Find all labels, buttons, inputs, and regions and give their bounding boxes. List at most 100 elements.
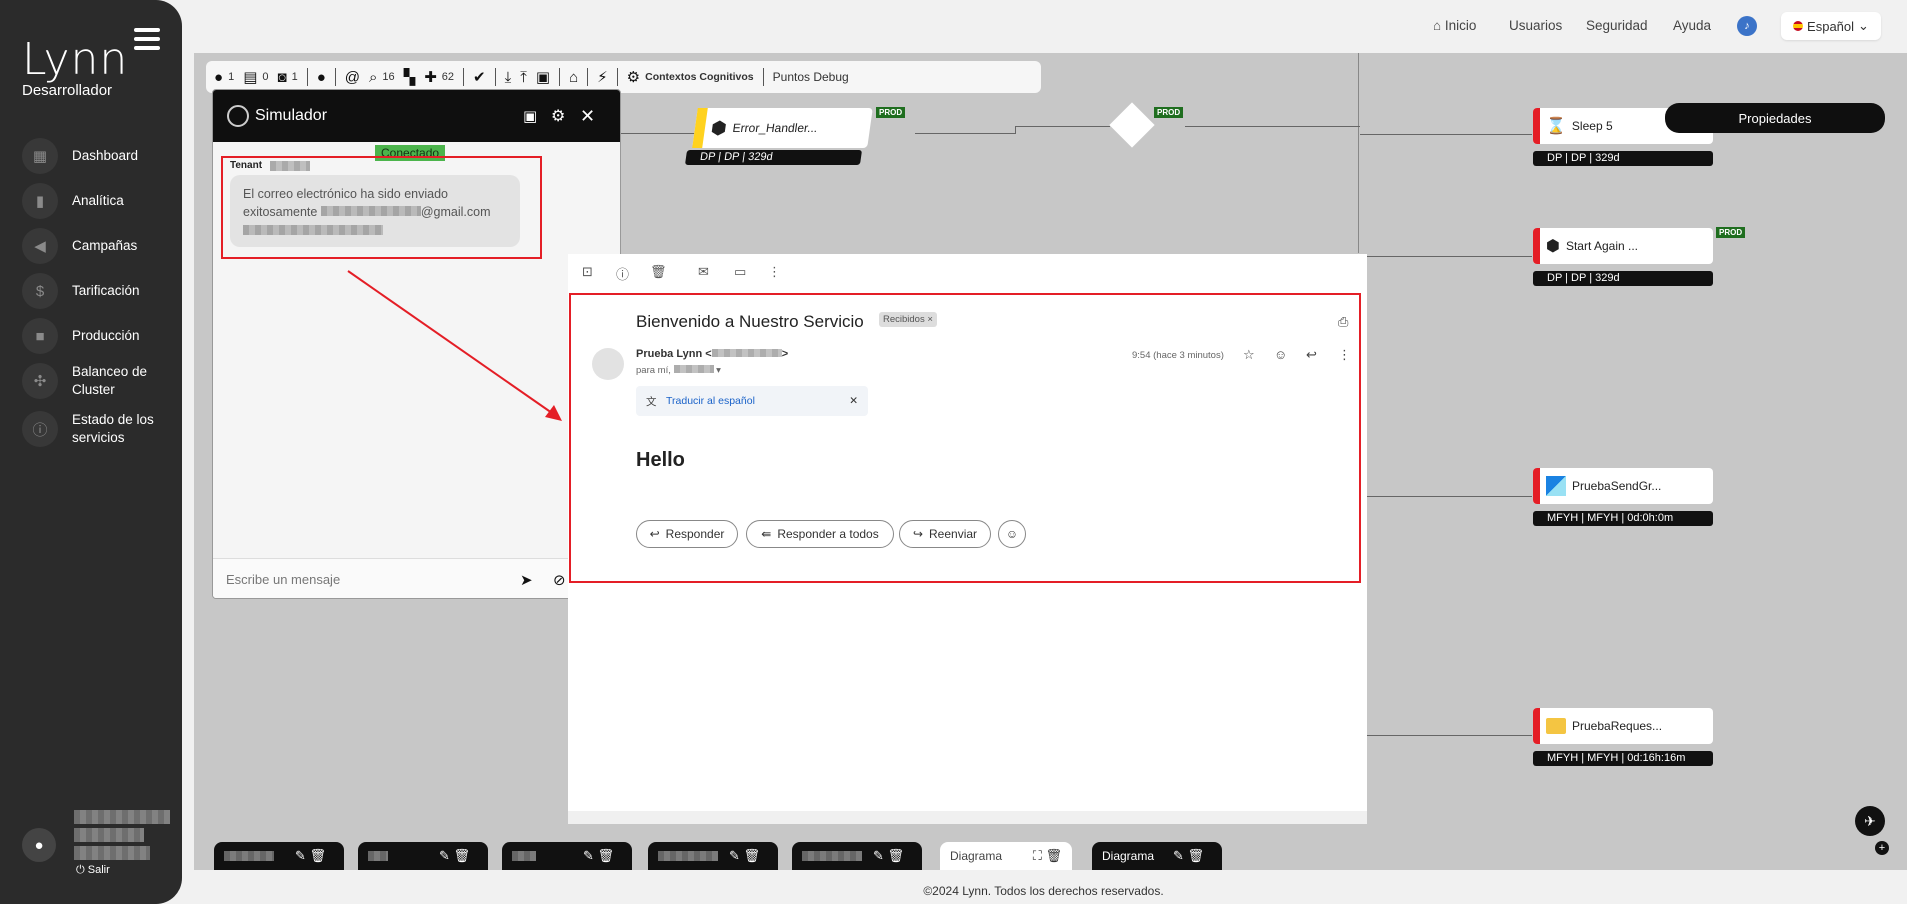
deploy-plane-icon[interactable]: ✈ [1855,806,1885,836]
sidebar-item-analitica[interactable]: ▮ Analítica [22,183,124,219]
prod-badge: PROD [1154,107,1184,118]
send-icon[interactable]: ➤ [520,571,533,589]
sidebar-item-tarificacion[interactable]: $ Tarificación [22,273,140,309]
archive-icon[interactable]: ⊡ [582,264,593,280]
node-meta: DP | DP | 329d [684,150,863,165]
connect-button[interactable]: ⚡ [597,68,608,86]
upload-icon: ⤒ [520,68,527,86]
import-button[interactable]: ⤓ [505,69,512,86]
network-icon: ⚙ [626,69,641,86]
puzzle-icon: ✚ [424,69,437,86]
sidebar-item-campanas[interactable]: ◀ Campañas [22,228,137,264]
nav-help[interactable]: Ayuda [1673,18,1711,33]
gear-icon[interactable]: ⚙ [551,106,565,126]
cube-icon: ⬢ [1546,238,1560,255]
document-button[interactable]: ▣ [536,68,550,86]
properties-tooltip[interactable]: Propiedades [1665,103,1885,133]
chat-bubble-icon: ● [316,68,326,86]
edit-delete-icons[interactable]: ✎ 🗑 [295,848,326,864]
camera-icon[interactable]: ● [22,828,56,862]
nav-home-label: Inicio [1444,18,1477,33]
toolbar-separator [463,68,465,86]
node-error-handler[interactable]: ⬢ Error_Handler... [692,108,873,148]
dollar-icon: $ [22,273,58,309]
mark-unread-icon[interactable]: ✉ [698,264,709,280]
chat-button[interactable]: ● [317,69,326,86]
node-label: Start Again ... [1565,239,1639,253]
attach-icon[interactable]: ⊘ [553,571,566,589]
node-meta: DP | DP | 329d [1533,271,1713,286]
hamburger-menu-icon[interactable] [134,28,160,50]
edit-delete-icons[interactable]: ✎ 🗑 [583,848,614,864]
message-input[interactable]: Escribe un mensaje ➤ ⊘ [213,558,620,598]
status-marker [1533,468,1540,504]
language-label: Español [1807,18,1855,34]
sidebar-item-dashboard[interactable]: ▦ Dashboard [22,138,138,174]
cluster-icon: ✣ [22,363,58,399]
sidebar-item-produccion[interactable]: ■ Producción [22,318,140,354]
sidebar-item-balanceo[interactable]: ✣ Balanceo de Cluster [22,363,152,399]
flow-tab[interactable]: ✎ 🗑 [358,842,488,870]
chevron-down-icon: ⌄ [1858,18,1869,33]
edit-delete-icons[interactable]: ✎ 🗑 [1173,848,1204,864]
clean-button[interactable]: ⌂ [569,69,578,86]
bots-counter[interactable]: ◙ 1 [278,69,298,86]
top-navigation: ⌂ Inicio Usuarios Seguridad Ayuda [182,0,1907,52]
export-button[interactable]: ⤒ [520,69,527,86]
flow-tab-active[interactable]: Diagrama ⛶ 🗑 [940,842,1072,870]
node-label: PruebaSendGr... [1572,479,1662,493]
toolbar-separator [587,68,589,86]
language-selector[interactable]: Español ⌄ [1781,12,1881,40]
validate-button[interactable]: ✔ [473,68,486,86]
cube-icon: ⬢ [709,117,729,138]
tab-label: Diagrama [1102,849,1155,863]
trash-icon[interactable]: 🗑 [650,264,667,280]
users-counter[interactable]: ● 1 [214,69,234,86]
node-request[interactable]: PruebaReques... [1533,708,1713,744]
close-icon[interactable]: ✕ [580,106,595,127]
plug-icon: ⚡ [597,69,608,86]
node-send-grid[interactable]: PruebaSendGr... [1533,468,1713,504]
bug-icon[interactable]: ▣ [523,107,537,125]
flow-tab[interactable]: ✎ 🗑 [648,842,778,870]
edit-delete-icons[interactable]: ✎ 🗑 [873,848,904,864]
flow-tab[interactable]: Diagrama ✎ 🗑 [1092,842,1222,870]
mention-button[interactable]: @ [345,69,360,86]
flow-tab[interactable]: ✎ 🗑 [502,842,632,870]
prod-badge: PROD [1716,227,1746,238]
nav-users[interactable]: Usuarios [1509,18,1562,33]
bots-count: 1 [291,71,298,83]
node-start-again[interactable]: ⬢ Start Again ... [1533,228,1713,264]
toolbar-separator [334,68,336,86]
spam-icon[interactable]: ⓘ [616,264,629,283]
horizontal-scrollbar[interactable] [568,811,1367,824]
cognitive-contexts-button[interactable]: ⚙ Contextos Cognitivos [627,68,754,86]
connector-line [621,133,701,134]
messages-counter[interactable]: ▤ 0 [243,68,268,86]
node-label: Sleep 5 [1571,119,1613,133]
flow-tab[interactable]: ✎ 🗑 [792,842,922,870]
node-label: PruebaReques... [1572,719,1663,733]
user-name-redacted [74,810,170,824]
debug-points-button[interactable]: Puntos Debug [773,70,849,84]
sidebar-item-estado[interactable]: ⓘ Estado de los servicios [22,411,156,447]
more-vert-icon[interactable]: ⋮ [768,264,781,280]
edit-delete-icons[interactable]: ✎ 🗑 [439,848,470,864]
simulator-header: Simulador ▣ ⚙ ✕ [213,90,620,142]
tab-actions-icons[interactable]: ⛶ 🗑 [1033,848,1062,864]
node-label: Error_Handler... [731,121,819,135]
notifications-bell-icon[interactable]: ♪ [1737,16,1757,36]
prod-badge: PROD [876,107,906,118]
flow-tab[interactable]: ✎ 🗑 [214,842,344,870]
add-icon[interactable]: + [1875,841,1889,855]
edit-delete-icons[interactable]: ✎ 🗑 [729,848,760,864]
nav-home[interactable]: ⌂ Inicio [1433,18,1476,33]
logout-button[interactable]: ⏻ Salir [76,864,110,877]
search-counter[interactable]: ⌕ 16 [369,69,395,86]
components-button[interactable]: ▚ [404,68,416,86]
move-folder-icon[interactable]: ▭ [734,264,746,280]
plugins-counter[interactable]: ✚ 62 [424,68,454,86]
connector-line [1367,496,1532,497]
connector-line [1185,126,1360,127]
nav-security[interactable]: Seguridad [1586,18,1648,33]
